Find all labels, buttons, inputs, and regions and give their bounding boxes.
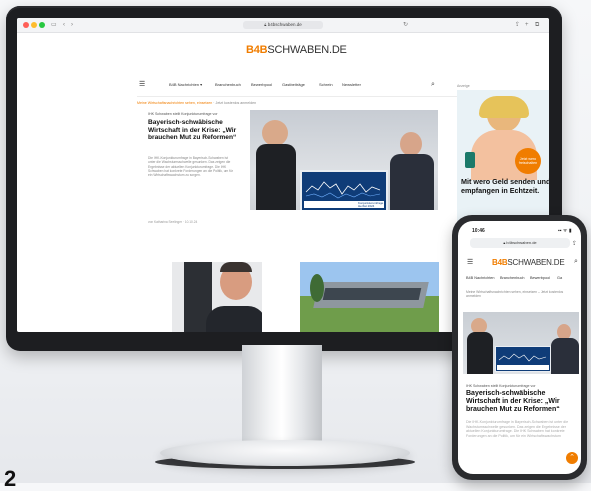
board-caption: Konjunkturumfrage Herbst 2024: [358, 201, 384, 209]
building-windows: [322, 288, 422, 300]
ad-phone-icon: [465, 152, 475, 168]
phone-scroll-top-button[interactable]: ⌃: [566, 452, 578, 464]
back-icon[interactable]: ‹: [63, 21, 65, 29]
monitor-stand-foot: [160, 440, 410, 466]
promo-line[interactable]: Meine Wirtschaftsnachrichten sehen, eins…: [137, 101, 256, 105]
phone-nav-branchenbuch[interactable]: Branchenbuch: [500, 276, 525, 280]
phone-article-headline[interactable]: Bayerisch-schwäbische Wirtschaft in der …: [466, 390, 578, 415]
nav-item-schrein[interactable]: Schrein: [319, 80, 333, 90]
phone-address-text: b4bschwaben.de: [506, 240, 537, 245]
ad-headline: Mit wero Geld senden und empfangen in Ec…: [461, 177, 549, 195]
corner-number: 2: [4, 466, 17, 491]
phone-person-left-body: [467, 332, 493, 374]
ad-label: Anzeige: [457, 84, 470, 88]
phone-search-icon[interactable]: ⌕: [574, 258, 578, 266]
forward-icon[interactable]: ›: [71, 21, 73, 29]
address-bar[interactable]: 🔒︎ b4bschwaben.de: [243, 21, 323, 29]
phone-hamburger-icon[interactable]: ☰: [467, 258, 473, 266]
promo-text: Jetzt kostenlos anmelden: [215, 101, 257, 105]
person-left-head: [262, 120, 288, 146]
sidebar-toggle-icon[interactable]: ▭: [51, 21, 57, 29]
card-portrait[interactable]: [172, 262, 262, 332]
phone-article-photo[interactable]: [463, 312, 579, 374]
phone-person-right-body: [551, 338, 579, 374]
phone-board: [495, 346, 551, 372]
phone-site-logo[interactable]: B4BSCHWABEN.DE: [492, 258, 565, 267]
phone-time: 10:46: [472, 228, 485, 234]
portrait-body: [206, 306, 262, 332]
ad-woman-hair: [479, 96, 529, 118]
monitor-stand-neck: [242, 345, 322, 452]
nav-divider: [137, 96, 457, 97]
article-teaser: Die IHK-Konjunkturumfrage in Bayerisch-S…: [148, 156, 234, 178]
nav-item-branchenbuch[interactable]: Branchenbuch: [215, 80, 241, 90]
phone-nav-more[interactable]: Ga: [557, 276, 562, 280]
logo-name: SCHWABEN.DE: [267, 44, 347, 56]
browser-toolbar: ▭ ‹ › 🔒︎ b4bschwaben.de ↻ ⇪ + ⧉: [17, 18, 549, 33]
phone-nav-bewerbpool[interactable]: Bewerbpool: [530, 276, 550, 280]
article-headline[interactable]: Bayerisch-schwäbische Wirtschaft in der …: [148, 119, 244, 142]
nav-item-newsletter[interactable]: Newsletter: [342, 80, 361, 90]
hamburger-menu-icon[interactable]: ☰: [139, 80, 145, 90]
article-byline: von Katharina Seelinger · 10.10.24: [148, 220, 198, 224]
address-text: b4bschwaben.de: [267, 22, 302, 27]
site-logo[interactable]: B4BSCHWABEN.DE: [246, 44, 347, 56]
person-left-body: [256, 144, 296, 210]
phone-board-chart-icon: [497, 353, 549, 370]
close-window-dot[interactable]: [23, 22, 29, 28]
phone-share-icon[interactable]: ⇪: [572, 240, 577, 247]
phone-nav-nachrichten[interactable]: B4B Nachrichten: [466, 276, 495, 280]
phone-lock-icon: 🔒︎: [503, 241, 506, 245]
ad-badge[interactable]: Jetzt wero freischalten: [515, 148, 541, 174]
card-building[interactable]: [300, 262, 439, 332]
phone-address-bar[interactable]: 🔒︎ b4bschwaben.de: [470, 238, 570, 248]
article-photo[interactable]: Konjunkturumfrage Herbst 2024: [250, 110, 438, 210]
tabs-overview-icon[interactable]: ⧉: [535, 21, 539, 29]
lock-icon: 🔒︎: [264, 22, 267, 27]
portrait-hair: [220, 262, 252, 272]
phone-promo-line[interactable]: Meine Wirtschaftsnachrichten sehen, eins…: [466, 290, 578, 298]
article-kicker: IHK Schwaben stellt Konjunkturumfrage vo…: [148, 112, 218, 116]
person-right-head: [400, 132, 422, 156]
reload-icon[interactable]: ↻: [403, 21, 408, 29]
phone-logo-mark: B4B: [492, 258, 508, 267]
logo-mark: B4B: [246, 44, 268, 56]
phone-status-icons: ▪▪ ᯤ ▮: [558, 228, 572, 234]
nav-item-bewerbpool[interactable]: Bewerbpool: [251, 80, 272, 90]
phone-article-teaser: Die IHK-Konjunkturumfrage in Bayerisch-S…: [466, 420, 569, 438]
phone-logo-name: SCHWABEN.DE: [507, 258, 565, 267]
new-tab-icon[interactable]: +: [525, 21, 529, 29]
minimize-window-dot[interactable]: [31, 22, 37, 28]
person-right-body: [390, 154, 434, 210]
nav-item-gastbeitraege[interactable]: Gastbeiträge: [282, 80, 305, 90]
share-icon[interactable]: ⇪: [515, 21, 520, 29]
promo-highlight: Meine Wirtschaftsnachrichten sehen, eins…: [137, 101, 213, 105]
ad-banner[interactable]: Jetzt wero freischalten: [457, 90, 549, 225]
konjunktur-board: Konjunkturumfrage Herbst 2024: [300, 170, 388, 210]
search-icon[interactable]: ⌕: [431, 80, 435, 90]
building-tree: [310, 274, 324, 302]
maximize-window-dot[interactable]: [39, 22, 45, 28]
phone-article-kicker: IHK Schwaben stellt Konjunkturumfrage vo…: [466, 384, 536, 388]
nav-item-nachrichten[interactable]: B4B Nachrichten ▾: [169, 80, 202, 90]
